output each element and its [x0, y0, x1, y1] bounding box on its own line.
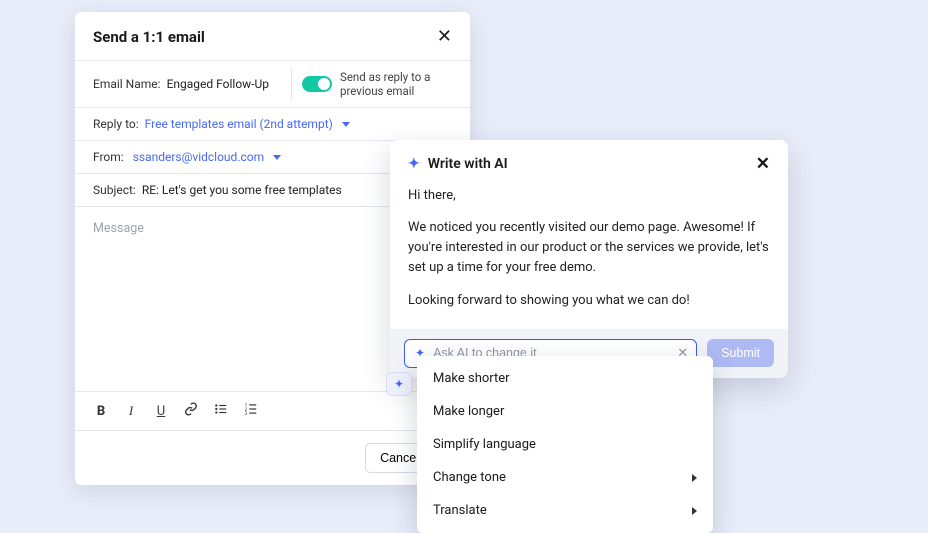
subject-value[interactable]: RE: Let's get you some free templates [142, 183, 342, 197]
chevron-right-icon [692, 507, 697, 515]
suggestion-label: Simplify language [433, 437, 536, 452]
chevron-right-icon [692, 474, 697, 482]
modal-title: Send a 1:1 email [93, 28, 205, 46]
suggestion-label: Translate [433, 503, 487, 518]
suggestion-make-shorter[interactable]: Make shorter [417, 362, 713, 395]
ai-trigger-chip[interactable]: ✦ [386, 372, 412, 396]
reply-to-value: Free templates email (2nd attempt) [145, 117, 333, 131]
reply-to-dropdown[interactable]: Free templates email (2nd attempt) [145, 117, 350, 131]
suggestion-make-longer[interactable]: Make longer [417, 395, 713, 428]
ai-paragraph: Hi there, [408, 186, 770, 206]
ai-suggestions-menu: Make shorter Make longer Simplify langua… [417, 356, 713, 533]
underline-button[interactable]: U [153, 404, 169, 419]
from-value: ssanders@vidcloud.com [133, 150, 264, 164]
ai-generated-text: Hi there, We noticed you recently visite… [390, 184, 788, 329]
write-with-ai-panel: ✦ ✦ Write with AI ✕ Hi there, We noticed… [390, 140, 788, 378]
sparkle-icon: ✦ [394, 377, 404, 391]
close-icon[interactable]: ✕ [437, 28, 452, 46]
link-button[interactable] [183, 402, 199, 420]
from-dropdown[interactable]: ssanders@vidcloud.com [133, 150, 281, 164]
reply-toggle-label: Send as reply to a previous email [340, 70, 460, 98]
close-icon[interactable]: ✕ [756, 154, 770, 174]
ai-paragraph: Looking forward to showing you what we c… [408, 291, 770, 311]
ai-panel-title: Write with AI [428, 156, 508, 172]
reply-toggle[interactable] [302, 76, 332, 92]
italic-button[interactable]: I [123, 403, 139, 419]
suggestion-simplify-language[interactable]: Simplify language [417, 428, 713, 461]
suggestion-label: Change tone [433, 470, 506, 485]
subject-label: Subject: [93, 183, 136, 197]
sparkle-icon: ✦ [408, 156, 420, 172]
email-name-label: Email Name: [93, 77, 161, 91]
svg-text:3: 3 [245, 411, 248, 416]
suggestion-change-tone[interactable]: Change tone [417, 461, 713, 494]
unordered-list-button[interactable] [213, 402, 229, 420]
ai-paragraph: We noticed you recently visited our demo… [408, 218, 770, 278]
ordered-list-button[interactable]: 123 [243, 402, 259, 420]
submit-button[interactable]: Submit [707, 339, 774, 367]
bold-button[interactable]: B [93, 404, 109, 419]
email-name-value[interactable]: Engaged Follow-Up [167, 77, 269, 91]
format-toolbar: B I U 123 [75, 391, 470, 430]
chevron-down-icon [342, 122, 350, 127]
suggestion-label: Make longer [433, 404, 504, 419]
suggestion-translate[interactable]: Translate [417, 494, 713, 527]
from-label: From: [93, 150, 124, 164]
chevron-down-icon [273, 155, 281, 160]
suggestion-label: Make shorter [433, 371, 510, 386]
reply-to-label: Reply to: [93, 117, 139, 131]
